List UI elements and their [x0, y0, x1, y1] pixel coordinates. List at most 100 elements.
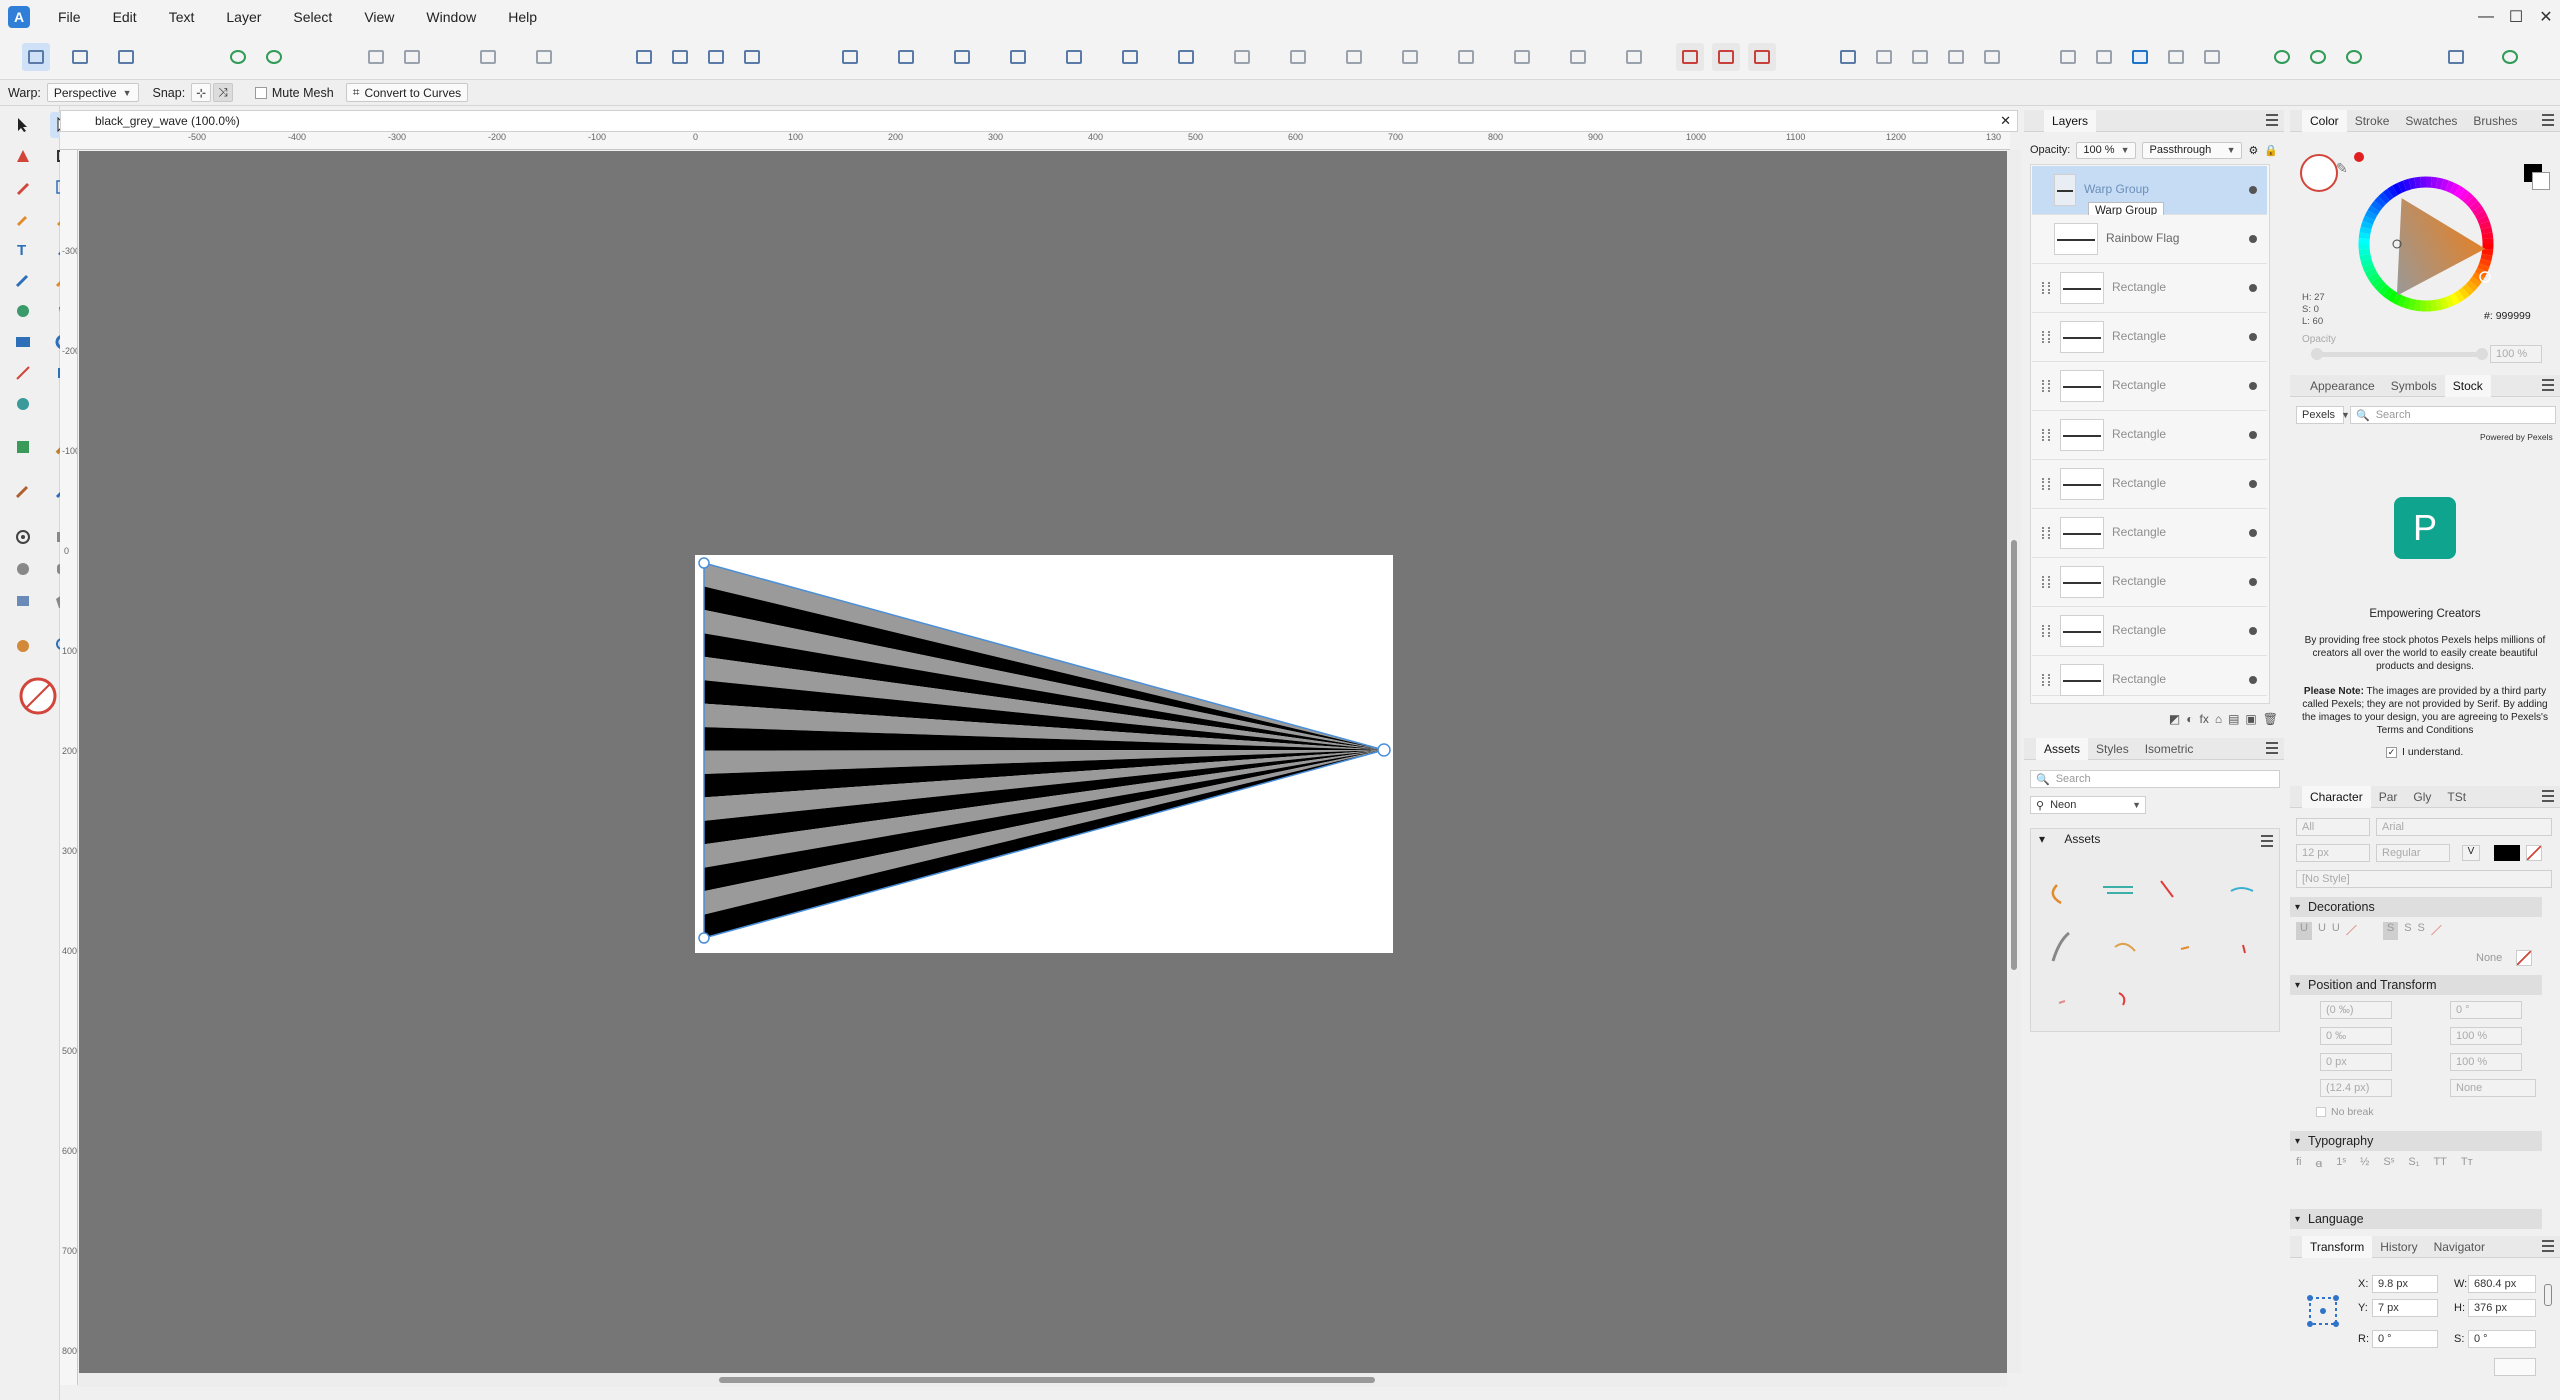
layer-row[interactable]: Rectangle	[2032, 362, 2267, 411]
hue-segment[interactable]	[2378, 192, 2390, 205]
stroke-swatch-icon[interactable]	[2532, 172, 2550, 190]
distribute-vertical-icon[interactable]	[1228, 43, 1256, 71]
drag-handle-icon[interactable]	[2042, 674, 2050, 686]
hue-segment[interactable]	[2382, 188, 2394, 201]
hue-segment[interactable]	[2378, 283, 2390, 296]
color-picker-icon[interactable]	[10, 298, 36, 324]
text-color-picker-icon[interactable]: V	[2462, 845, 2480, 861]
asset-thumb[interactable]	[2242, 944, 2246, 954]
tab-styles[interactable]: Styles	[2088, 742, 2137, 756]
mask-icon[interactable]: ◩	[2169, 712, 2180, 726]
hue-segment[interactable]	[2458, 287, 2470, 300]
hue-segment[interactable]	[2445, 180, 2455, 193]
hue-segment[interactable]	[2465, 196, 2478, 208]
hue-segment[interactable]	[2392, 182, 2403, 196]
hue-segment[interactable]	[2360, 258, 2373, 268]
align-compact-icon[interactable]	[1564, 43, 1592, 71]
hue-segment[interactable]	[2359, 253, 2372, 262]
hue-segment[interactable]	[2387, 185, 2398, 198]
font-weight-dropdown[interactable]: Regular	[2376, 844, 2450, 862]
hex-value[interactable]: 999999	[2496, 310, 2531, 322]
asset-thumb[interactable]	[2160, 880, 2174, 898]
panel-menu-icon[interactable]	[2542, 114, 2554, 126]
snap-node-button[interactable]: ⤨	[213, 83, 233, 102]
drag-handle-icon[interactable]	[2042, 331, 2050, 343]
pen-tool-icon[interactable]	[10, 143, 36, 169]
snapping-magnet-icon[interactable]	[1748, 43, 1776, 71]
visibility-dot-icon[interactable]	[2249, 431, 2257, 439]
hue-segment[interactable]	[2440, 178, 2450, 191]
double-underline-icon[interactable]: U	[2318, 922, 2326, 940]
x-field[interactable]: 9.8 px	[2372, 1275, 2438, 1293]
fill-stroke-swatch-icon[interactable]	[18, 676, 58, 716]
red-dot-icon[interactable]	[2354, 152, 2364, 162]
hue-segment[interactable]	[2408, 298, 2417, 311]
transform-options-dropdown[interactable]	[2494, 1358, 2536, 1376]
hue-segment[interactable]	[2440, 297, 2450, 310]
hue-segment[interactable]	[2358, 232, 2371, 240]
font-size-field[interactable]: 12 px	[2296, 844, 2370, 862]
hue-segment[interactable]	[2359, 226, 2372, 235]
stock-source-dropdown[interactable]: Pexels ▼	[2296, 406, 2350, 424]
opacity-field[interactable]: 100 %	[2490, 345, 2542, 363]
align-top-icon[interactable]	[1004, 43, 1032, 71]
hue-segment[interactable]	[2408, 177, 2417, 190]
tab-stock[interactable]: Stock	[2444, 374, 2491, 397]
space-vertical-icon[interactable]	[1340, 43, 1368, 71]
hue-segment[interactable]	[2479, 258, 2492, 268]
opacity-slider[interactable]	[2316, 352, 2480, 357]
convert-to-curves-button[interactable]: ⌗ Convert to Curves	[345, 83, 469, 102]
hue-segment[interactable]	[2374, 280, 2387, 292]
hue-segment[interactable]	[2370, 276, 2383, 288]
underline-color-icon[interactable]: ／	[2346, 922, 2357, 940]
assistant-icon[interactable]	[2268, 43, 2296, 71]
hue-segment[interactable]	[2364, 210, 2378, 221]
hue-segment[interactable]	[2374, 196, 2387, 208]
tab-brushes[interactable]: Brushes	[2465, 114, 2525, 128]
hue-segment[interactable]	[2454, 185, 2465, 198]
panel-menu-icon[interactable]	[2261, 835, 2273, 847]
strike-wave-icon[interactable]: S	[2418, 922, 2425, 940]
inferior-icon[interactable]: S₁	[2408, 1156, 2419, 1171]
asset-thumb[interactable]	[2118, 992, 2126, 1006]
leading-field[interactable]: (12.4 px)	[2320, 1079, 2392, 1097]
text-fill-swatch-icon[interactable]	[2494, 845, 2520, 861]
menu-file[interactable]: File	[42, 9, 97, 25]
ellipse-tool-icon[interactable]	[10, 556, 36, 582]
tab-navigator[interactable]: Navigator	[2426, 1240, 2493, 1254]
w-field[interactable]: 680.4 px	[2468, 1275, 2536, 1293]
hue-segment[interactable]	[2449, 182, 2460, 196]
menu-window[interactable]: Window	[410, 9, 492, 25]
hue-segment[interactable]	[2364, 267, 2378, 278]
vector-crop-icon[interactable]	[10, 360, 36, 386]
drag-handle-icon[interactable]	[2042, 282, 2050, 294]
hue-segment[interactable]	[2480, 226, 2493, 235]
fx-icon[interactable]: fx	[2199, 712, 2208, 726]
lock-icon[interactable]: 🔒	[2264, 144, 2278, 157]
add-layer-icon[interactable]: ▤	[2228, 712, 2239, 726]
hue-segment[interactable]	[2474, 210, 2488, 221]
panel-menu-icon[interactable]	[2542, 379, 2554, 391]
asset-thumb[interactable]	[2180, 946, 2190, 950]
blend-mode-dropdown[interactable]: Passthrough ▼	[2142, 141, 2243, 159]
menu-select[interactable]: Select	[277, 9, 348, 25]
scroll-thumb[interactable]	[719, 1377, 1375, 1383]
layer-row[interactable]: Rectangle	[2032, 264, 2267, 313]
section-language[interactable]: Language	[2290, 1209, 2542, 1229]
gear-icon[interactable]: ⚙	[2248, 144, 2258, 157]
hue-segment[interactable]	[2472, 205, 2485, 216]
align-spread-icon[interactable]	[1396, 43, 1424, 71]
tracking-field[interactable]: 0 ‰	[2320, 1027, 2392, 1045]
menu-help[interactable]: Help	[492, 9, 553, 25]
publisher-link-icon[interactable]	[2340, 43, 2368, 71]
asset-thumb[interactable]	[2051, 931, 2070, 962]
visibility-dot-icon[interactable]	[2249, 235, 2257, 243]
horizontal-scrollbar[interactable]	[79, 1373, 2007, 1387]
menu-view[interactable]: View	[348, 9, 410, 25]
panel-menu-icon[interactable]	[2266, 114, 2278, 126]
font-collection-dropdown[interactable]: All	[2296, 818, 2370, 836]
drag-handle-icon[interactable]	[2042, 478, 2050, 490]
tab-paragraph[interactable]: Par	[2371, 790, 2406, 804]
visibility-dot-icon[interactable]	[2249, 627, 2257, 635]
image-tool-icon[interactable]	[10, 329, 36, 355]
